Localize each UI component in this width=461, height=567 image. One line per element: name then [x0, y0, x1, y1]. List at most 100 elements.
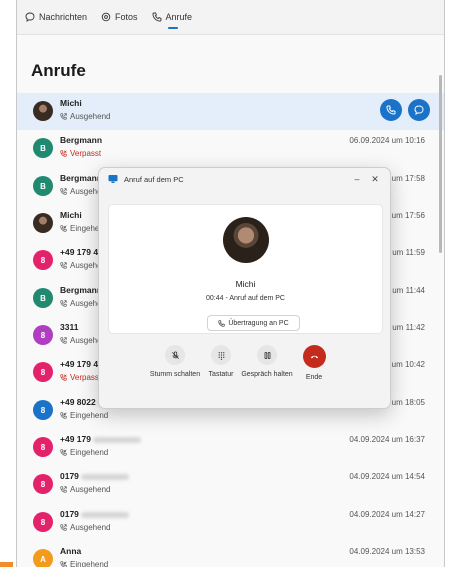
dialog-titlebar: Anruf auf dem PC — [99, 168, 390, 190]
contact-name: +49 179 — [60, 434, 141, 444]
avatar: 8 — [33, 400, 53, 420]
contact-name: Michi — [60, 210, 82, 220]
tab-label: Anrufe — [165, 12, 193, 22]
keypad-button[interactable] — [211, 345, 231, 365]
call-status-text: Ausgehend — [70, 485, 111, 494]
avatar — [33, 213, 53, 233]
scrollbar[interactable] — [439, 75, 442, 253]
close-button[interactable]: ✕ — [368, 172, 382, 186]
missed-call-icon — [60, 374, 67, 381]
avatar — [33, 101, 53, 121]
incoming-call-icon — [60, 561, 67, 567]
call-row[interactable]: 8 +49 179 Eingehend 04.09.2024 um 16:37 — [17, 429, 444, 466]
contact-name: 0179 — [60, 509, 129, 519]
call-row[interactable]: Michi Ausgehend — [17, 93, 444, 130]
call-status-text: Eingehend — [70, 448, 109, 457]
call-status-text: Verpasst — [70, 373, 102, 382]
incoming-call-icon — [60, 449, 67, 456]
caller-card: Michi 00:44 - Anruf auf dem PC Übertragu… — [108, 204, 383, 334]
call-status: Eingehend — [60, 448, 108, 457]
call-row[interactable]: 8 0179 Ausgehend 04.09.2024 um 14:54 — [17, 466, 444, 503]
contact-name-text: Michi — [60, 98, 82, 108]
call-status: 00:44 - Anruf auf dem PC — [206, 295, 285, 302]
redacted-number — [92, 436, 141, 443]
redacted-number — [80, 511, 129, 518]
call-back-button[interactable] — [380, 99, 402, 121]
contact-name: Michi — [60, 98, 82, 108]
mute-icon — [171, 350, 179, 359]
call-row[interactable]: A Anna Eingehend 04.09.2024 um 13:53 — [17, 541, 444, 567]
call-date: 04.09.2024 um 14:54 — [349, 472, 425, 481]
outgoing-call-icon — [60, 486, 67, 493]
call-date: 06.09.2024 um 10:16 — [349, 136, 425, 145]
transfer-button[interactable]: Übertragung an PC — [207, 315, 300, 331]
tab-anrufe[interactable]: Anrufe — [152, 0, 193, 34]
outgoing-call-icon — [60, 188, 67, 195]
call-date: 04.09.2024 um 14:27 — [349, 510, 425, 519]
contact-name-text: 3311 — [60, 322, 79, 332]
call-status: Ausgehend — [60, 112, 110, 121]
transfer-label: Übertragung an PC — [228, 319, 289, 327]
incoming-call-icon — [60, 412, 67, 419]
hang-up-icon — [310, 355, 318, 359]
mute-button[interactable] — [165, 345, 185, 365]
photos-icon — [101, 12, 111, 22]
contact-name-text: 0179 — [60, 471, 79, 481]
contact-name: Bergmann — [60, 173, 102, 183]
contact-name-text: +49 8022 — [60, 397, 96, 407]
message-button[interactable] — [408, 99, 430, 121]
caller-name: Michi — [235, 279, 256, 289]
contact-name-text: Bergmann — [60, 173, 103, 183]
outgoing-call-icon — [60, 300, 67, 307]
contact-name-text: Bergmann — [60, 285, 103, 295]
tab-label: Fotos — [115, 12, 138, 22]
avatar: 8 — [33, 250, 53, 270]
call-status: Verpasst — [60, 149, 101, 158]
minimize-button[interactable]: – — [350, 172, 364, 186]
tab-nachrichten[interactable]: Nachrichten — [25, 0, 87, 34]
avatar: B — [33, 176, 53, 196]
contact-name-text: Anna — [60, 546, 82, 556]
chat-icon — [25, 12, 35, 22]
pc-phone-icon — [108, 175, 118, 183]
contact-name: 0179 — [60, 471, 129, 481]
contact-name: Bergmann — [60, 285, 102, 295]
contact-name-text: +49 179 4 — [60, 247, 99, 257]
outgoing-call-icon — [60, 337, 67, 344]
end-control[interactable]: Ende — [284, 345, 344, 382]
missed-call-icon — [60, 150, 67, 157]
contact-name-text: +49 179 — [60, 434, 91, 444]
taskbar-edge — [0, 562, 13, 567]
call-status-text: Eingehend — [70, 560, 109, 567]
avatar: 8 — [33, 437, 53, 457]
call-status: Ausgehend — [60, 485, 110, 494]
outgoing-call-icon — [60, 524, 67, 531]
chat-icon — [414, 105, 424, 115]
call-status: Eingehend — [60, 411, 108, 420]
call-status-text: Ausgehend — [70, 523, 111, 532]
hold-button[interactable] — [257, 345, 277, 365]
dialog-title: Anruf auf dem PC — [124, 174, 184, 184]
avatar: B — [33, 138, 53, 158]
call-row[interactable]: B Bergmann Verpasst 06.09.2024 um 10:16 — [17, 130, 444, 167]
call-status: Verpasst — [60, 373, 101, 382]
contact-name: 3311 — [60, 322, 78, 332]
call-date: 04.09.2024 um 13:53 — [349, 547, 425, 556]
phone-icon — [386, 105, 396, 115]
call-status: Eingehend — [60, 560, 108, 567]
avatar: 8 — [33, 474, 53, 494]
outgoing-call-icon — [60, 113, 67, 120]
contact-name-text: Bergmann — [60, 135, 103, 145]
redacted-number — [80, 473, 129, 480]
phone-transfer-icon — [218, 319, 225, 327]
contact-name-text: Michi — [60, 210, 82, 220]
tab-fotos[interactable]: Fotos — [101, 0, 138, 34]
avatar: 8 — [33, 325, 53, 345]
phone-icon — [152, 12, 161, 22]
avatar: 8 — [33, 362, 53, 382]
contact-name: Bergmann — [60, 135, 102, 145]
incoming-call-icon — [60, 225, 67, 232]
call-row[interactable]: 8 0179 Ausgehend 04.09.2024 um 14:27 — [17, 504, 444, 541]
keypad-icon — [218, 351, 224, 360]
end-call-button[interactable] — [302, 345, 326, 368]
